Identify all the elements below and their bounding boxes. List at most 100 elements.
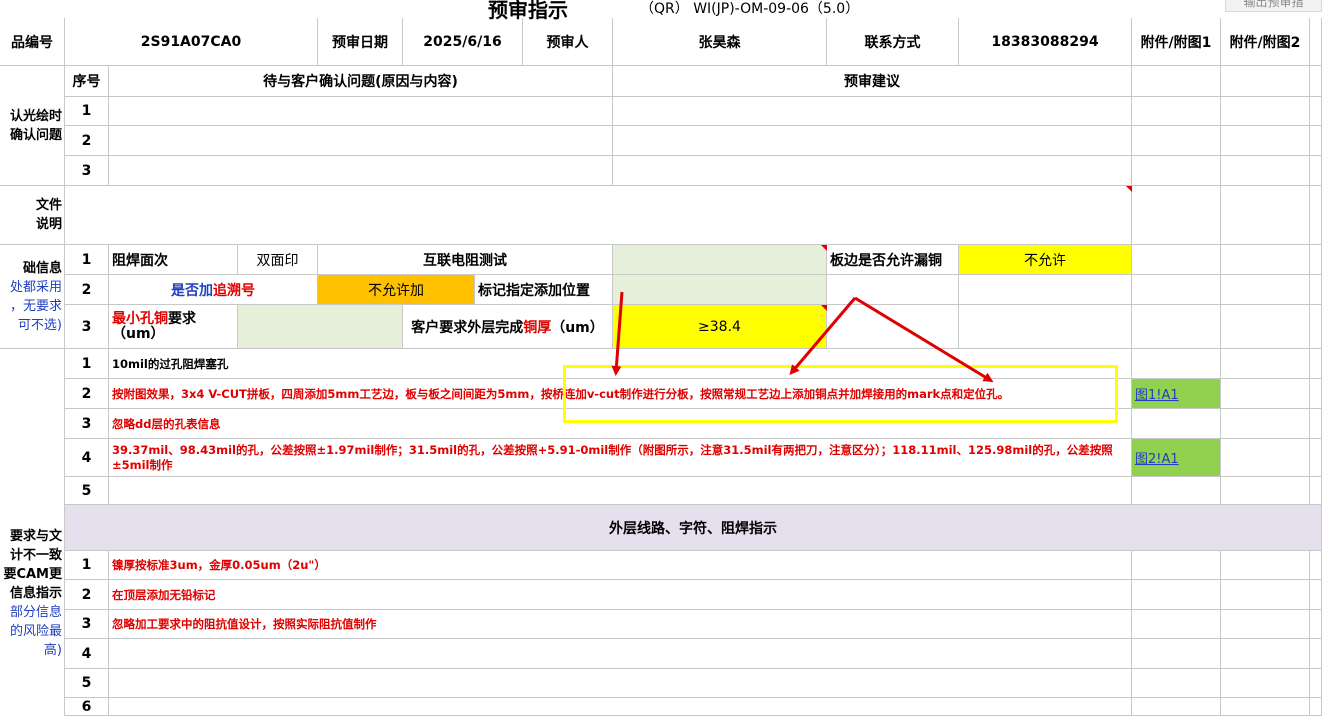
empty-cell[interactable] <box>1310 245 1322 275</box>
empty-cell[interactable] <box>1310 66 1322 97</box>
empty-cell[interactable] <box>1310 349 1322 379</box>
file-description-cell[interactable] <box>65 186 1132 245</box>
instruction-cell[interactable]: 39.37mil、98.43mil的孔，公差按照±1.97mil制作；31.5m… <box>109 439 1132 477</box>
empty-cell[interactable] <box>1221 439 1310 477</box>
suggestion-cell[interactable] <box>613 126 1132 156</box>
outer-copper-thickness-value[interactable]: ≥38.4 <box>613 305 827 349</box>
empty-cell[interactable] <box>1221 669 1310 698</box>
instruction-cell[interactable]: 在顶层添加无铅标记 <box>109 580 1132 610</box>
empty-cell[interactable] <box>827 275 959 305</box>
empty-cell[interactable] <box>1132 639 1221 669</box>
interconnect-resistance-label: 互联电阻测试 <box>318 245 613 275</box>
empty-cell[interactable] <box>1132 126 1221 156</box>
empty-cell[interactable] <box>1132 156 1221 186</box>
empty-cell[interactable] <box>1132 409 1221 439</box>
mark-position-value[interactable] <box>613 275 827 305</box>
instruction-cell[interactable]: 忽略加工要求中的阻抗值设计，按照实际阻抗值制作 <box>109 610 1132 639</box>
instruction-cell[interactable] <box>109 477 1132 505</box>
empty-cell[interactable] <box>1310 610 1322 639</box>
empty-cell[interactable] <box>1221 698 1310 716</box>
empty-cell[interactable] <box>1221 379 1310 409</box>
empty-cell[interactable] <box>1221 126 1310 156</box>
empty-cell[interactable] <box>1310 669 1322 698</box>
solder-mask-side-label: 阻焊面次 <box>109 245 238 275</box>
empty-cell[interactable] <box>1310 409 1322 439</box>
empty-cell[interactable] <box>1132 477 1221 505</box>
empty-cell[interactable] <box>1132 245 1221 275</box>
empty-cell[interactable] <box>1310 379 1322 409</box>
empty-cell[interactable] <box>1310 580 1322 610</box>
side-text: 高) <box>43 643 62 658</box>
empty-cell[interactable] <box>1132 97 1221 126</box>
row-number: 3 <box>65 156 109 186</box>
reviewer-label: 预审人 <box>523 18 613 66</box>
attachment-link[interactable]: 图1!A1 <box>1132 379 1221 409</box>
reviewer-value[interactable]: 张昊森 <box>613 18 827 66</box>
empty-cell[interactable] <box>959 305 1132 349</box>
instruction-cell[interactable] <box>109 669 1132 698</box>
edge-copper-value[interactable]: 不允许 <box>959 245 1132 275</box>
empty-cell[interactable] <box>1221 580 1310 610</box>
empty-cell[interactable] <box>1132 669 1221 698</box>
interconnect-resistance-value[interactable] <box>613 245 827 275</box>
side-text: 的风险最 <box>9 624 62 639</box>
row-number: 2 <box>65 580 109 610</box>
comment-indicator-icon[interactable] <box>821 305 827 311</box>
empty-cell[interactable] <box>1132 580 1221 610</box>
empty-cell[interactable] <box>827 305 959 349</box>
instruction-cell[interactable] <box>109 639 1132 669</box>
question-cell[interactable] <box>109 126 613 156</box>
min-hole-copper-value[interactable] <box>238 305 403 349</box>
suggestion-cell[interactable] <box>613 156 1132 186</box>
empty-cell[interactable] <box>1310 698 1322 716</box>
empty-cell[interactable] <box>1132 698 1221 716</box>
question-cell[interactable] <box>109 156 613 186</box>
attachment-link[interactable]: 图2!A1 <box>1132 439 1221 477</box>
empty-cell[interactable] <box>1221 275 1310 305</box>
comment-indicator-icon[interactable] <box>821 245 827 251</box>
empty-cell[interactable] <box>1221 610 1310 639</box>
export-review-button[interactable]: 输出预审指 <box>1225 0 1322 12</box>
empty-cell[interactable] <box>1221 551 1310 580</box>
empty-cell[interactable] <box>959 275 1132 305</box>
empty-cell[interactable] <box>1221 639 1310 669</box>
empty-cell[interactable] <box>1310 97 1322 126</box>
empty-cell[interactable] <box>1132 349 1221 379</box>
empty-cell[interactable] <box>1221 477 1310 505</box>
empty-cell[interactable] <box>1221 305 1310 349</box>
solder-mask-side-value[interactable]: 双面印 <box>238 245 318 275</box>
empty-cell[interactable] <box>1310 186 1322 245</box>
suggestion-cell[interactable] <box>613 97 1132 126</box>
instruction-cell[interactable] <box>109 698 1132 716</box>
empty-cell[interactable] <box>1310 18 1322 66</box>
empty-cell[interactable] <box>1132 275 1221 305</box>
empty-cell[interactable] <box>1310 439 1322 477</box>
empty-cell[interactable] <box>1221 349 1310 379</box>
empty-cell[interactable] <box>1132 66 1221 97</box>
empty-cell[interactable] <box>1310 156 1322 186</box>
product-no-value[interactable]: 2S91A07CA0 <box>65 18 318 66</box>
empty-cell[interactable] <box>1221 97 1310 126</box>
question-cell[interactable] <box>109 97 613 126</box>
product-no-label: 品编号 <box>0 18 65 66</box>
empty-cell[interactable] <box>1132 551 1221 580</box>
empty-cell[interactable] <box>1310 275 1322 305</box>
empty-cell[interactable] <box>1310 639 1322 669</box>
contact-value[interactable]: 18383088294 <box>959 18 1132 66</box>
doc-code: （QR） WI(JP)-OM-09-06（5.0） <box>640 1 860 17</box>
empty-cell[interactable] <box>1221 156 1310 186</box>
empty-cell[interactable] <box>1221 245 1310 275</box>
empty-cell[interactable] <box>1310 551 1322 580</box>
empty-cell[interactable] <box>1221 186 1310 245</box>
empty-cell[interactable] <box>1310 477 1322 505</box>
traceability-value[interactable]: 不允许加 <box>318 275 475 305</box>
empty-cell[interactable] <box>1132 305 1221 349</box>
empty-cell[interactable] <box>1310 126 1322 156</box>
empty-cell[interactable] <box>1221 409 1310 439</box>
instruction-cell[interactable]: 镍厚按标准3um，金厚0.05um（2u"） <box>109 551 1132 580</box>
date-value[interactable]: 2025/6/16 <box>403 18 523 66</box>
empty-cell[interactable] <box>1132 610 1221 639</box>
empty-cell[interactable] <box>1132 186 1221 245</box>
empty-cell[interactable] <box>1310 305 1322 349</box>
empty-cell[interactable] <box>1221 66 1310 97</box>
